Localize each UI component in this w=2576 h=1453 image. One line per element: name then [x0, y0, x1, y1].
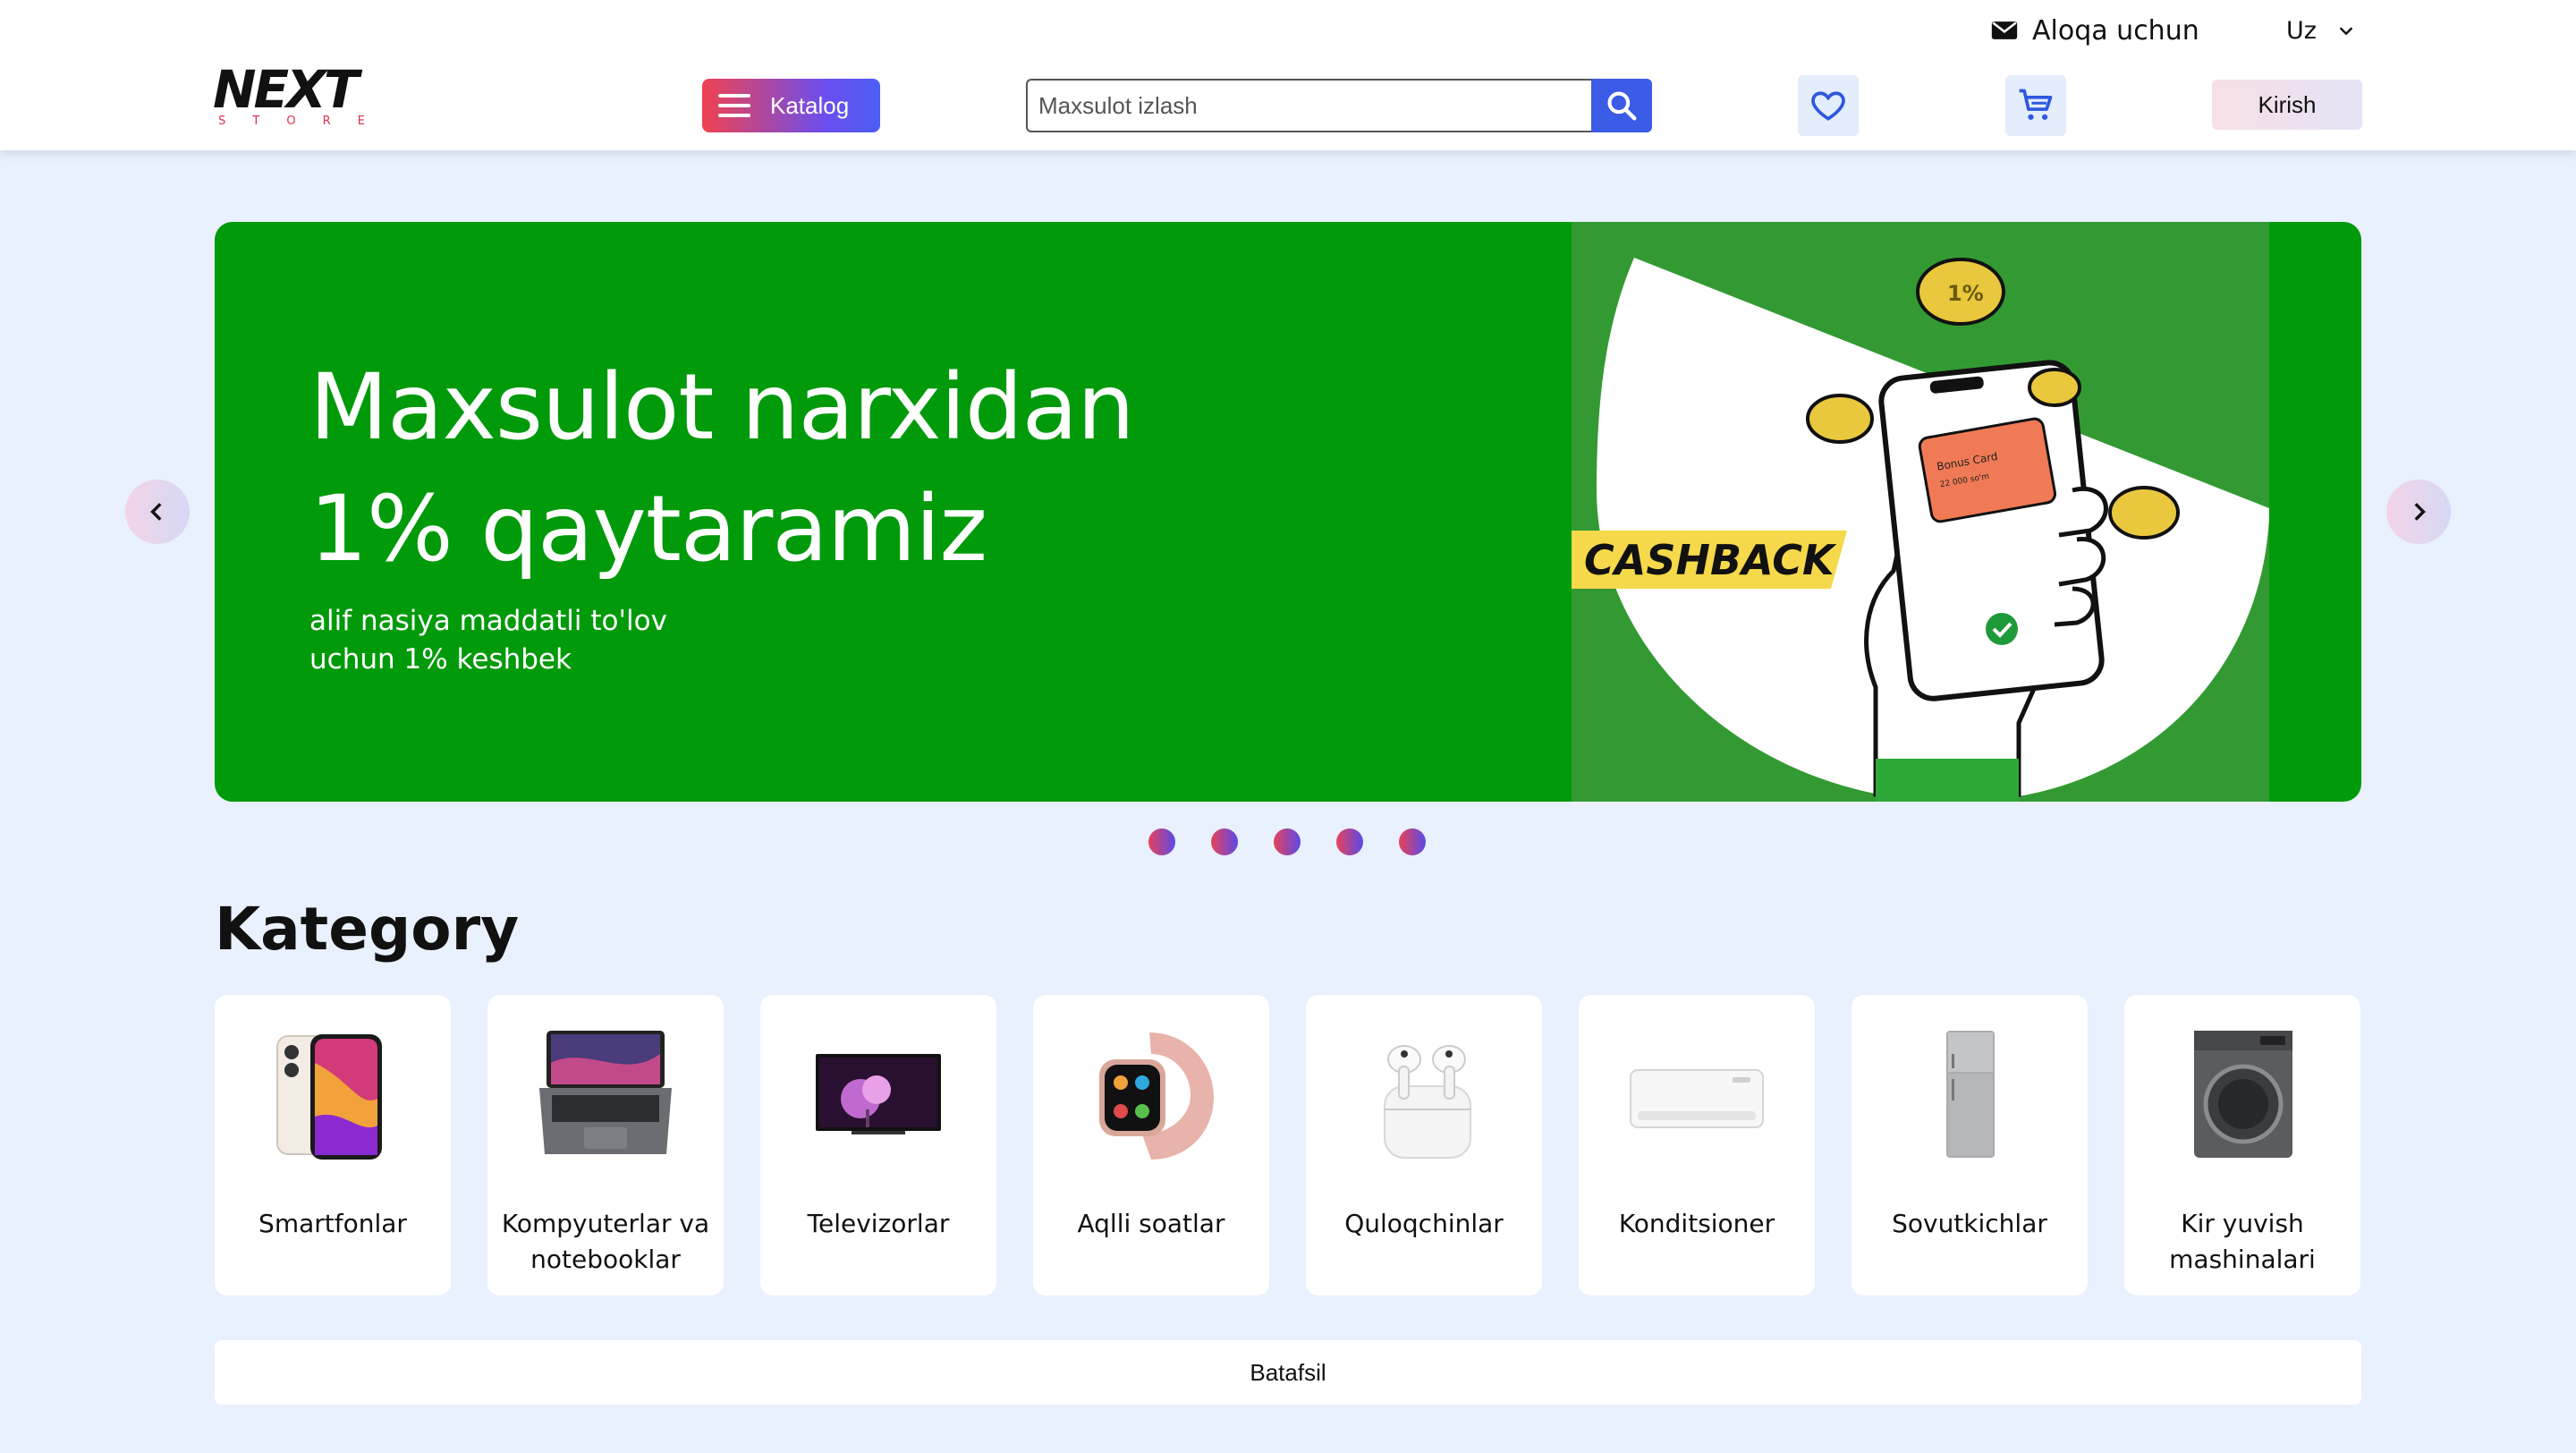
category-label: Sovutkichlar	[1892, 1209, 2047, 1238]
category-label: Televizorlar	[807, 1209, 950, 1238]
cashback-illustration: Bonus Card 22 000 so'm 1% CASHBACK	[1572, 222, 2269, 802]
category-label: Aqlli soatlar	[1077, 1209, 1225, 1238]
login-button[interactable]: Kirish	[2212, 80, 2362, 130]
fridge-image	[1898, 1027, 2041, 1161]
category-label: Kompyuterlar va notebooklar	[501, 1209, 710, 1274]
language-value: Uz	[2286, 16, 2317, 45]
catalog-button[interactable]: Katalog	[702, 79, 880, 132]
logo-text: NEXT	[213, 59, 359, 120]
category-card-earbuds[interactable]: Quloqchinlar	[1306, 995, 1542, 1296]
mail-icon	[1991, 21, 2018, 39]
tv-image	[807, 1027, 950, 1161]
banner-next-button[interactable]	[2386, 480, 2451, 544]
heart-icon	[1811, 91, 1845, 121]
banner-pagination	[1148, 828, 1426, 855]
search-input[interactable]	[1026, 79, 1591, 132]
favorites-button[interactable]	[1798, 75, 1859, 136]
cashback-badge: CASHBACK	[1584, 536, 1837, 584]
banner-dot-4[interactable]	[1336, 828, 1363, 855]
category-label: Quloqchinlar	[1344, 1209, 1504, 1238]
catalog-label: Katalog	[770, 91, 850, 119]
more-button[interactable]: Batafsil	[215, 1340, 2361, 1405]
smartwatch-image	[1080, 1027, 1223, 1161]
banner-dot-5[interactable]	[1399, 828, 1426, 855]
coin-label: 1%	[1947, 281, 1984, 306]
promo-banner[interactable]: Maxsulot narxidan 1% qaytaramiz alif nas…	[215, 222, 2361, 802]
banner-prev-button[interactable]	[125, 480, 190, 544]
banner-dot-3[interactable]	[1274, 828, 1301, 855]
banner-title: Maxsulot narxidan 1% qaytaramiz	[309, 354, 1135, 582]
category-card-air-conditioners[interactable]: Konditsioner	[1579, 995, 1815, 1296]
search-button[interactable]	[1591, 79, 1652, 132]
logo[interactable]: NEXT STORE	[213, 59, 379, 131]
category-card-fridges[interactable]: Sovutkichlar	[1852, 995, 2088, 1296]
banner-dot-2[interactable]	[1211, 828, 1238, 855]
chevron-down-icon	[2339, 27, 2353, 36]
menu-icon	[718, 94, 750, 117]
category-card-tvs[interactable]: Televizorlar	[760, 995, 996, 1296]
section-title: Kategory	[215, 895, 520, 964]
search-bar	[1026, 79, 1652, 132]
language-select[interactable]: Uz	[2286, 13, 2356, 48]
chevron-right-icon	[2414, 503, 2426, 521]
smartphone-image	[261, 1027, 404, 1161]
banner-subtitle: alif nasiya maddatli to'lov uchun 1% kes…	[309, 605, 667, 676]
category-label: Smartfonlar	[258, 1209, 407, 1238]
category-card-washing-machines[interactable]: Kir yuvish mashinalari	[2124, 995, 2360, 1296]
category-label: Konditsioner	[1618, 1209, 1775, 1238]
search-icon	[1607, 91, 1637, 121]
category-card-smartwatches[interactable]: Aqlli soatlar	[1033, 995, 1269, 1296]
contact-link[interactable]: Aloqa uchun	[1989, 13, 2199, 48]
category-card-smartphones[interactable]: Smartfonlar	[215, 995, 451, 1296]
category-card-laptops[interactable]: Kompyuterlar va notebooklar	[487, 995, 724, 1296]
cart-icon	[2019, 89, 2053, 120]
cart-button[interactable]	[2005, 75, 2066, 136]
washing-machine-image	[2171, 1027, 2314, 1161]
category-grid: Smartfonlar Kompyuterlar va notebooklar	[215, 995, 2361, 1296]
banner-dot-1[interactable]	[1148, 828, 1175, 855]
laptop-image	[534, 1027, 677, 1161]
earbuds-image	[1352, 1027, 1496, 1161]
chevron-left-icon	[150, 503, 162, 521]
contact-label: Aloqa uchun	[2032, 14, 2199, 47]
category-label: Kir yuvish mashinalari	[2169, 1209, 2316, 1274]
air-conditioner-image	[1625, 1027, 1768, 1161]
site-header: Aloqa uchun Uz NEXT STORE Katalog Kirish	[0, 0, 2576, 150]
